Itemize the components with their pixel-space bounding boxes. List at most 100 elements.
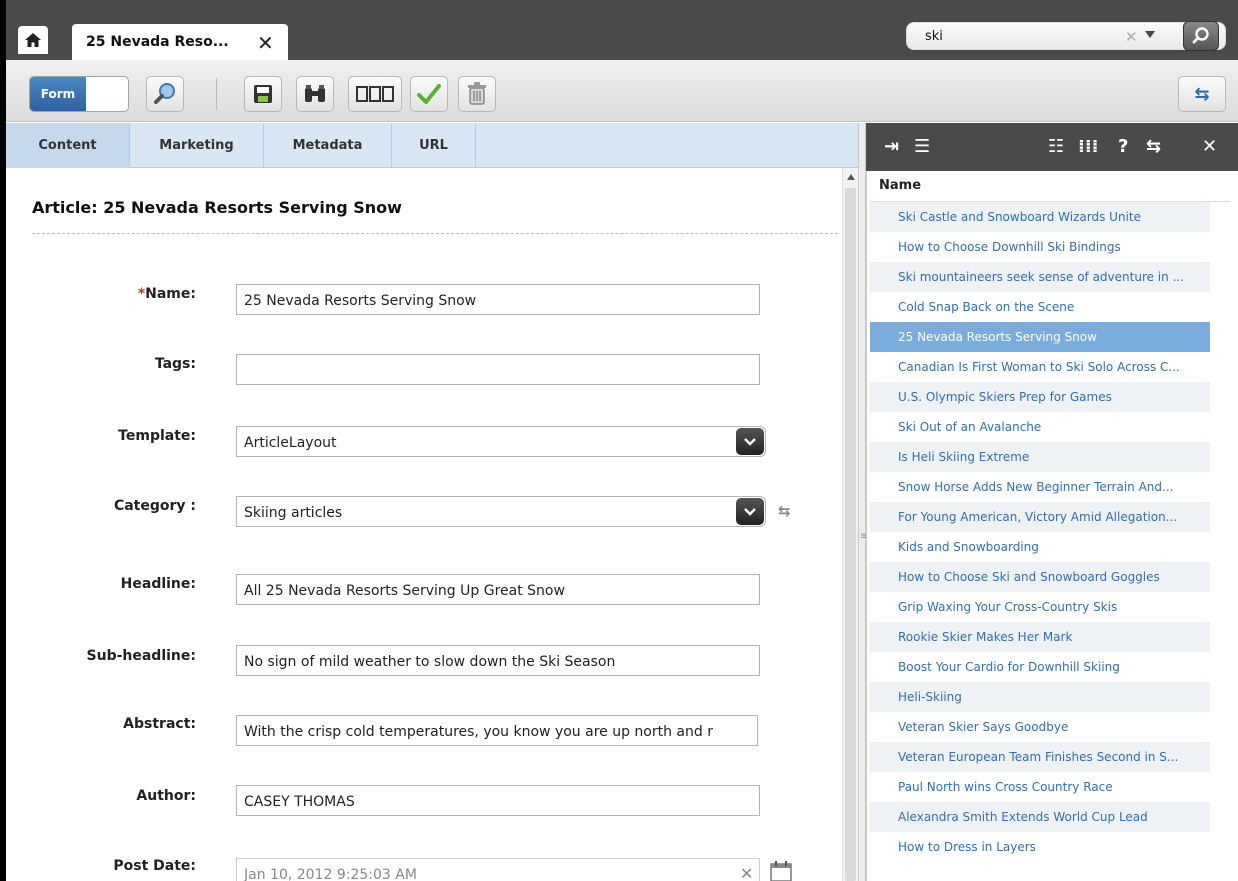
category-label: Category :: [113, 498, 196, 514]
name-column-header[interactable]: Name: [879, 178, 921, 193]
magnifier-icon: [154, 83, 175, 104]
columns-icon: [356, 86, 394, 102]
close-panel-icon[interactable]: ✕: [1202, 136, 1217, 157]
result-list: Ski Castle and Snowboard Wizards Unite Ho…: [870, 202, 1210, 862]
list-item[interactable]: U.S. Olympic Skiers Prep for Games: [870, 382, 1210, 412]
panel-sync-icon[interactable]: ⇆: [1146, 136, 1161, 157]
headline-label: Headline:: [120, 576, 196, 592]
abstract-label: Abstract:: [123, 716, 196, 732]
sync-button[interactable]: ⇆: [1178, 76, 1226, 112]
category-sync-icon[interactable]: ⇆: [778, 502, 791, 520]
list-item[interactable]: Grip Waxing Your Cross-Country Skis: [870, 592, 1210, 622]
list-item[interactable]: Veteran European Team Finishes Second in…: [870, 742, 1210, 772]
search-box[interactable]: ski ✕: [906, 21, 1226, 51]
list-item[interactable]: Boost Your Cardio for Downhill Skiing: [870, 652, 1210, 682]
search-icon: [1192, 27, 1209, 44]
category-select[interactable]: Skiing articles: [236, 496, 766, 527]
document-tab[interactable]: 25 Nevada Reso... ✕: [72, 24, 288, 60]
page-title: Article: 25 Nevada Resorts Serving Snow: [32, 198, 402, 217]
subheadline-field[interactable]: No sign of mild weather to slow down the…: [236, 645, 760, 676]
search-dropdown-icon[interactable]: [1145, 31, 1155, 38]
abstract-field[interactable]: With the crisp cold temperatures, you kn…: [236, 715, 758, 746]
close-tab-icon[interactable]: ✕: [257, 31, 274, 55]
panel-header: ⇥ ☰ ☷ ⁞⁞⁞ ? ⇆ ✕: [866, 123, 1238, 171]
calendar-icon[interactable]: [769, 860, 793, 881]
author-label: Author:: [136, 788, 196, 804]
template-label: Template:: [118, 428, 196, 444]
search-input[interactable]: ski: [925, 29, 943, 44]
list-item[interactable]: Canadian Is First Woman to Ski Solo Acro…: [870, 352, 1210, 382]
tab-metadata[interactable]: Metadata: [264, 123, 392, 168]
scrollbar-thumb[interactable]: [845, 188, 856, 881]
list-item[interactable]: How to Choose Downhill Ski Bindings: [870, 232, 1210, 262]
home-button[interactable]: [18, 26, 48, 54]
tab-content[interactable]: Content: [6, 123, 130, 168]
form-toggle[interactable]: Form: [29, 76, 129, 112]
subheadline-label: Sub-headline:: [86, 648, 196, 664]
list-item[interactable]: How to Choose Ski and Snowboard Goggles: [870, 562, 1210, 592]
scroll-up-icon[interactable]: [847, 174, 855, 180]
document-tab-title: 25 Nevada Reso...: [86, 34, 229, 50]
category-select-value: Skiing articles: [244, 505, 343, 521]
content-tabs: Content Marketing Metadata URL: [6, 123, 858, 168]
form-scrollbar[interactable]: [842, 168, 858, 881]
preview-button[interactable]: [146, 76, 184, 112]
toolbar-divider: [216, 78, 217, 110]
list-view-icon[interactable]: ☷: [1048, 136, 1064, 157]
template-select-value: ArticleLayout: [244, 435, 337, 451]
sync-icon: ⇆: [1194, 83, 1210, 105]
list-item[interactable]: Alexandra Smith Extends World Cup Lead: [870, 802, 1210, 832]
cms-window: 25 Nevada Reso... ✕ ski ✕ Form ⇆ Content…: [0, 0, 1238, 881]
tab-marketing[interactable]: Marketing: [130, 123, 264, 168]
list-item[interactable]: Snow Horse Adds New Beginner Terrain And…: [870, 472, 1210, 502]
tags-field[interactable]: [236, 354, 760, 385]
list-item[interactable]: Is Heli Skiing Extreme: [870, 442, 1210, 472]
search-button[interactable]: [1183, 21, 1219, 51]
grid-view-icon[interactable]: ⁞⁞⁞: [1078, 136, 1099, 157]
date-clear-icon[interactable]: ✕: [740, 864, 753, 881]
list-item[interactable]: Rookie Skier Makes Her Mark: [870, 622, 1210, 652]
list-item[interactable]: How to Dress in Layers: [870, 832, 1210, 862]
list-item[interactable]: Ski Castle and Snowboard Wizards Unite: [870, 202, 1210, 232]
postdate-label: Post Date:: [113, 858, 196, 874]
delete-button[interactable]: [458, 76, 496, 112]
list-item[interactable]: Kids and Snowboarding: [870, 532, 1210, 562]
postdate-field[interactable]: Jan 10, 2012 9:25:03 AM: [236, 858, 760, 881]
title-divider: [32, 233, 838, 234]
list-item[interactable]: Heli-Skiing: [870, 682, 1210, 712]
checkmark-icon: [417, 84, 441, 104]
trash-icon: [468, 82, 486, 105]
panel-splitter[interactable]: ≡: [858, 123, 868, 881]
home-icon: [25, 33, 41, 47]
tags-label: Tags:: [154, 356, 196, 372]
title-bar: 25 Nevada Reso... ✕ ski ✕: [6, 0, 1238, 60]
list-item[interactable]: Veteran Skier Says Goodbye: [870, 712, 1210, 742]
help-icon[interactable]: ?: [1118, 136, 1128, 157]
form-toggle-label: Form: [30, 77, 86, 111]
toolbar: Form ⇆: [6, 60, 1238, 122]
sort-icon[interactable]: ☰: [914, 136, 930, 157]
name-label: *Name:: [46, 286, 196, 302]
chevron-down-icon[interactable]: [736, 428, 764, 455]
binoculars-icon: [305, 85, 325, 102]
list-item[interactable]: For Young American, Victory Amid Allegat…: [870, 502, 1210, 532]
save-icon: [254, 85, 272, 103]
layout-button[interactable]: [348, 76, 402, 112]
template-select[interactable]: ArticleLayout: [236, 426, 766, 457]
headline-field[interactable]: All 25 Nevada Resorts Serving Up Great S…: [236, 574, 760, 605]
search-clear-icon[interactable]: ✕: [1125, 28, 1138, 46]
save-button[interactable]: [244, 76, 282, 112]
tab-url[interactable]: URL: [392, 123, 476, 168]
list-item[interactable]: Paul North wins Cross Country Race: [870, 772, 1210, 802]
find-button[interactable]: [296, 76, 334, 112]
chevron-down-icon[interactable]: [736, 498, 764, 525]
collapse-panel-icon[interactable]: ⇥: [884, 136, 899, 157]
name-label-text: Name:: [145, 286, 196, 302]
approve-button[interactable]: [410, 76, 448, 112]
list-item[interactable]: Ski Out of an Avalanche: [870, 412, 1210, 442]
author-field[interactable]: CASEY THOMAS: [236, 785, 760, 816]
list-item[interactable]: Cold Snap Back on the Scene: [870, 292, 1210, 322]
list-item[interactable]: Ski mountaineers seek sense of adventure…: [870, 262, 1210, 292]
name-field[interactable]: 25 Nevada Resorts Serving Snow: [236, 284, 760, 315]
list-item[interactable]: 25 Nevada Resorts Serving Snow: [870, 322, 1210, 352]
